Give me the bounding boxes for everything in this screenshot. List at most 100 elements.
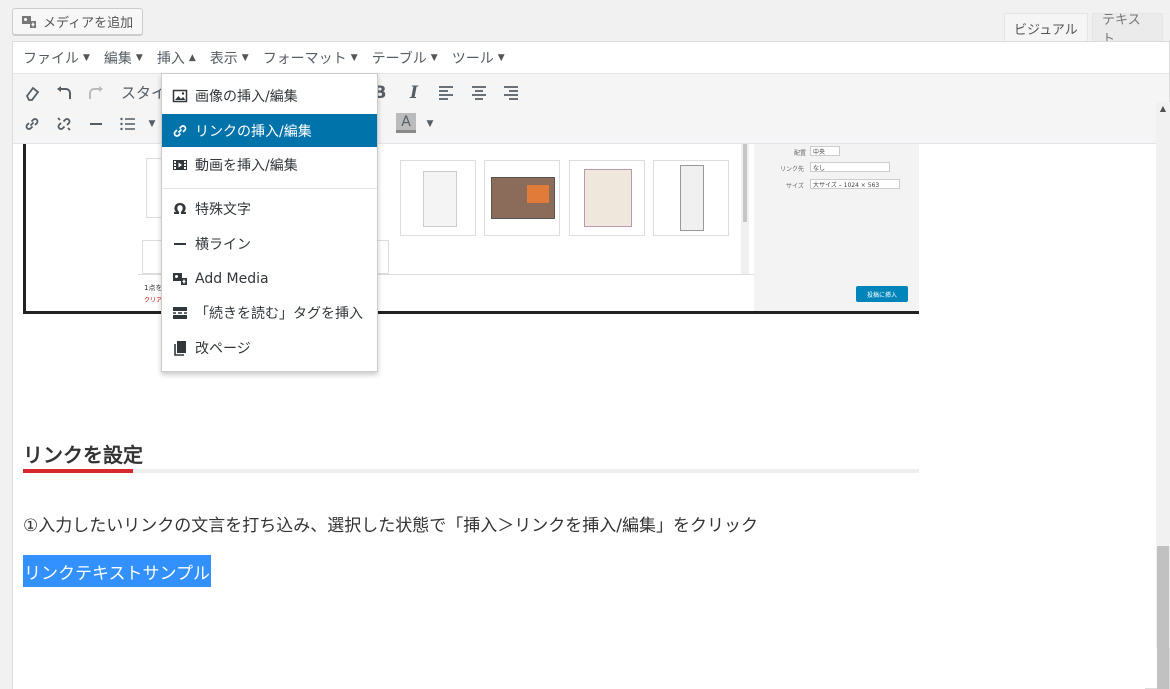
insert-menu-item-add-media[interactable]: Add Media	[162, 262, 377, 295]
style-dropdown[interactable]: スタイ	[121, 82, 166, 103]
link-icon	[25, 118, 39, 130]
insert-menu-label: Add Media	[195, 270, 269, 287]
align-right-button[interactable]	[500, 82, 522, 104]
menu-insert[interactable]: 挿入 ▲	[157, 48, 196, 68]
link-icon	[173, 124, 187, 137]
caret-down-icon: ▼	[83, 52, 90, 63]
insert-menu-item-image[interactable]: 画像の挿入/編集	[162, 79, 377, 112]
bullet-list-icon	[120, 117, 135, 131]
menu-view-label: 表示	[209, 50, 238, 67]
side-label: リンク先	[780, 166, 805, 173]
align-left-button[interactable]	[435, 82, 457, 104]
heading-underline-accent	[23, 469, 133, 473]
insert-menu-item-page-break[interactable]: 改ページ	[162, 331, 377, 364]
insert-menu-label: 改ページ	[195, 340, 251, 357]
embedded-screenshot-image: 1点を クリア 配置 中央 リンク先 なし サイズ 大サイズ – 1024 × …	[23, 144, 919, 314]
clear-format-button[interactable]	[21, 82, 43, 104]
page-break-icon	[174, 340, 186, 356]
screenshot-left-panel	[26, 144, 138, 311]
menu-edit-label: 編集	[103, 50, 132, 67]
unlink-button[interactable]	[53, 113, 75, 135]
tab-visual[interactable]: ビジュアル	[1004, 13, 1088, 42]
menu-insert-label: 挿入	[156, 50, 185, 67]
insert-menu-label: 画像の挿入/編集	[195, 88, 298, 105]
editor-page: メディアを追加 ビジュアル テキスト ファイル ▼ 編集 ▼ 挿入 ▲ 表示 ▼ フォー…	[0, 0, 1170, 689]
unlink-icon	[57, 117, 71, 131]
align-right-icon	[504, 86, 518, 100]
undo-icon	[57, 86, 71, 99]
read-more-icon	[173, 306, 187, 319]
caret-down-icon: ▼	[426, 119, 434, 129]
menu-format-label: フォーマット	[262, 50, 347, 67]
insert-menu-label: 横ライン	[195, 236, 251, 253]
menu-edit[interactable]: 編集 ▼	[104, 48, 143, 68]
caret-up-icon: ▲	[188, 52, 196, 63]
selected-link-text[interactable]: リンクテキストサンプル	[23, 555, 211, 587]
text-color-letter: A	[401, 113, 411, 130]
screenshot-scroll-thumb	[743, 144, 747, 222]
insert-menu-item-special-char[interactable]: Ω 特殊文字	[162, 192, 377, 225]
thumbnail-fan-heater	[569, 160, 645, 236]
add-media-icon	[22, 15, 36, 28]
menu-format[interactable]: フォーマット ▼	[263, 48, 358, 68]
menu-view[interactable]: 表示 ▼	[210, 48, 249, 68]
italic-button[interactable]: I	[403, 82, 425, 104]
insert-menu-label: 特殊文字	[195, 201, 251, 218]
thumbnail-heater	[484, 160, 560, 236]
menu-file[interactable]: ファイル ▼	[23, 48, 90, 68]
align-left-icon	[439, 86, 453, 100]
insert-link-button[interactable]	[21, 113, 43, 135]
omega-icon: Ω	[173, 199, 187, 218]
bullet-list-button[interactable]	[117, 113, 139, 135]
section-heading: リンクを設定	[23, 443, 143, 467]
align-center-icon	[472, 86, 486, 100]
side-label: サイズ	[786, 183, 804, 190]
insert-menu-item-video[interactable]: 動画を挿入/編集	[162, 148, 377, 181]
heading-underline	[23, 469, 919, 473]
bullet-list-dropdown[interactable]: ▼	[141, 113, 163, 135]
tab-text[interactable]: テキスト	[1092, 13, 1163, 47]
caret-down-icon: ▼	[241, 52, 249, 63]
add-media-button[interactable]: メディアを追加	[12, 8, 143, 35]
text-color-dropdown[interactable]: ▼	[419, 113, 441, 135]
caret-down-icon: ▼	[497, 52, 505, 63]
menu-tools-label: ツール	[451, 50, 494, 67]
horizontal-line-button[interactable]	[85, 113, 107, 135]
image-icon	[172, 89, 188, 102]
menubar: ファイル ▼ 編集 ▼ 挿入 ▲ 表示 ▼ フォーマット ▼ テーブル ▼ ツール ▼	[13, 42, 1169, 74]
undo-button[interactable]	[53, 82, 75, 104]
align-center-button[interactable]	[468, 82, 490, 104]
thumbnail-air-conditioner	[653, 160, 729, 236]
editor-scroll-thumb[interactable]	[1157, 546, 1169, 689]
insert-menu-dropdown: 画像の挿入/編集 リンクの挿入/編集 動画を挿入/編集 Ω 特殊文字 横ライン …	[161, 73, 378, 372]
add-media-icon	[173, 272, 187, 285]
caret-down-icon: ▼	[350, 52, 358, 63]
text-color-button[interactable]: A	[396, 113, 416, 133]
add-media-label: メディアを追加	[43, 16, 134, 31]
side-label: 配置	[794, 150, 807, 157]
screenshot-footer-clear: クリア	[144, 297, 163, 304]
insert-menu-label: リンクの挿入/編集	[195, 123, 312, 140]
insert-menu-label: 「続きを読む」タグを挿入	[195, 305, 363, 322]
menu-table-label: テーブル	[371, 50, 427, 67]
video-icon	[173, 159, 187, 170]
insert-menu-label: 動画を挿入/編集	[195, 157, 298, 174]
redo-button[interactable]	[85, 82, 107, 104]
side-select: 中央	[810, 146, 840, 156]
caret-down-icon: ▼	[135, 52, 143, 63]
side-select: 大サイズ – 1024 × 563	[810, 179, 900, 189]
redo-icon	[89, 86, 103, 99]
insert-menu-item-horizontal-line[interactable]: 横ライン	[162, 227, 377, 260]
italic-icon: I	[410, 83, 418, 103]
screenshot-footer-count: 1点を	[144, 284, 163, 292]
thumbnail-dehumidifier	[400, 160, 476, 236]
scroll-up-arrow-icon[interactable]: ▲	[1160, 104, 1166, 113]
horizontal-line-icon	[174, 242, 186, 245]
menu-table[interactable]: テーブル ▼	[372, 48, 438, 68]
menu-separator	[162, 188, 377, 189]
side-select: なし	[810, 162, 890, 172]
insert-menu-item-read-more[interactable]: 「続きを読む」タグを挿入	[162, 296, 377, 329]
menu-file-label: ファイル	[23, 50, 79, 67]
insert-menu-item-link[interactable]: リンクの挿入/編集	[162, 114, 377, 147]
menu-tools[interactable]: ツール ▼	[452, 48, 505, 68]
